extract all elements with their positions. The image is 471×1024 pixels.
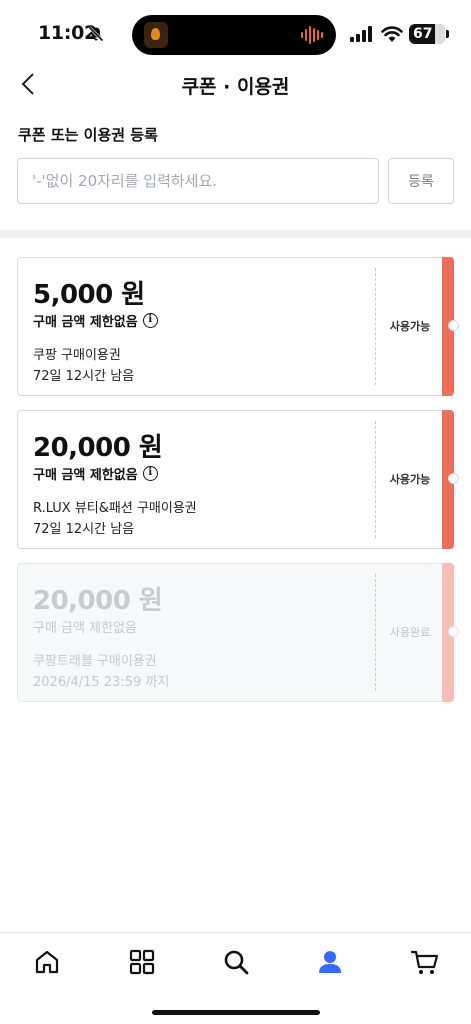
coupon-name: 쿠팡트래블 구매이용권	[33, 654, 157, 669]
cellular-signal-icon	[350, 26, 372, 42]
user-icon[interactable]	[315, 947, 345, 977]
info-icon[interactable]: i	[142, 466, 158, 481]
coupon-card[interactable]: 5,000 원 구매 금액 제한없음 i 쿠팡 구매이용권 72일 12시간 남…	[17, 257, 459, 396]
coupon-expiry: 2026/4/15 23:59 까지	[33, 675, 170, 690]
register-label: 쿠폰 또는 이용권 등록	[18, 126, 158, 144]
coupon-divider	[375, 421, 376, 538]
wifi-icon	[381, 26, 403, 42]
bell-muted-icon	[88, 26, 104, 42]
coupon-status: 사용가능	[389, 473, 431, 486]
battery-level: 67	[413, 26, 433, 42]
page-title: 쿠폰 · 이용권	[181, 76, 290, 98]
coupon-amount: 20,000 원	[33, 433, 163, 463]
section-divider	[0, 230, 471, 238]
register-button[interactable]: 등록	[388, 158, 454, 204]
coupon-card-used[interactable]: 20,000 원 구매 금액 제한없음 쿠팡트래블 구매이용권 2026/4/1…	[17, 563, 459, 702]
coupon-condition-label: 구매 금액 제한없음	[33, 315, 138, 330]
dynamic-island	[132, 15, 336, 55]
coupon-status: 사용완료	[389, 626, 431, 639]
coupon-condition: 구매 금액 제한없음 i	[33, 464, 158, 483]
page-header: 쿠폰 · 이용권	[0, 60, 471, 108]
home-indicator[interactable]	[152, 1010, 320, 1015]
coupon-name: 쿠팡 구매이용권	[33, 348, 121, 363]
coupon-divider	[375, 268, 376, 385]
status-bar: 11:02 67	[0, 0, 471, 60]
coupon-notch	[448, 626, 459, 637]
coupon-notch	[448, 473, 459, 484]
search-icon[interactable]	[221, 947, 251, 977]
coupon-amount: 20,000 원	[33, 586, 163, 616]
coupon-status: 사용가능	[389, 320, 431, 333]
coupon-divider	[375, 574, 376, 691]
coupon-condition: 구매 금액 제한없음 i	[33, 311, 158, 330]
coupon-card[interactable]: 20,000 원 구매 금액 제한없음 i R.LUX 뷰티&패션 구매이용권 …	[17, 410, 459, 549]
category-grid-icon[interactable]	[127, 947, 157, 977]
coupon-condition: 구매 금액 제한없음	[33, 617, 137, 636]
info-icon[interactable]: i	[142, 313, 158, 328]
coupon-condition-label: 구매 금액 제한없음	[33, 621, 137, 636]
coupon-notch	[448, 320, 459, 331]
home-icon[interactable]	[32, 947, 62, 977]
coupon-amount: 5,000 원	[33, 280, 145, 310]
coupon-code-input[interactable]	[17, 158, 379, 204]
live-activity-icon	[144, 22, 168, 48]
audio-wave-icon	[301, 26, 323, 44]
coupon-remaining: 72일 12시간 남음	[33, 522, 135, 537]
battery-indicator: 67	[409, 24, 449, 44]
cart-icon[interactable]	[410, 947, 440, 977]
coupon-name: R.LUX 뷰티&패션 구매이용권	[33, 501, 197, 516]
coupon-remaining: 72일 12시간 남음	[33, 369, 135, 384]
coupon-condition-label: 구매 금액 제한없음	[33, 468, 138, 483]
